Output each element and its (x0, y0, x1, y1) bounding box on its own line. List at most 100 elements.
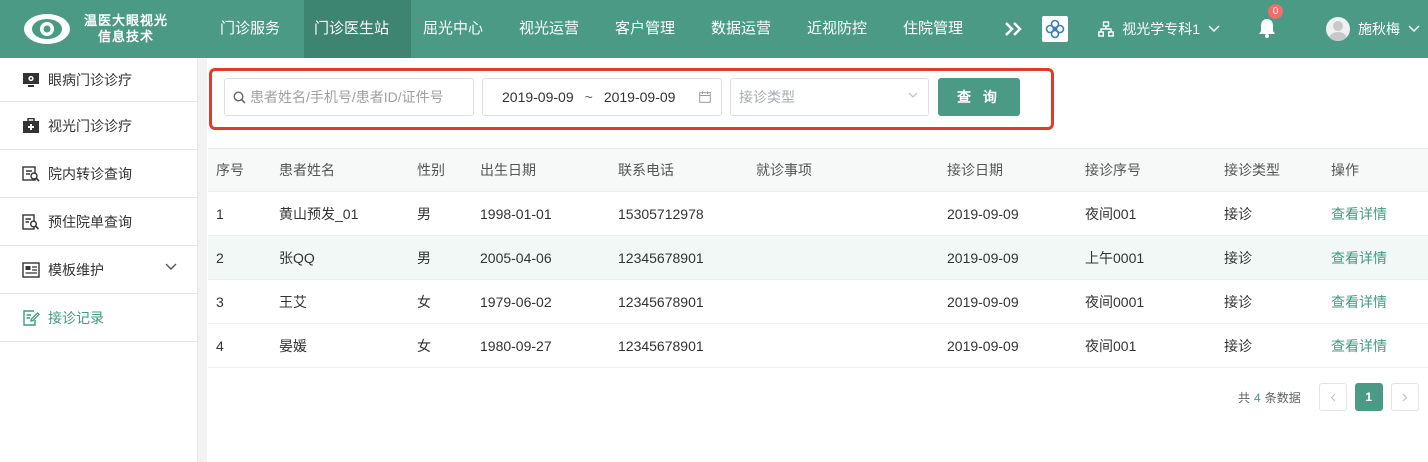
cell-birth-date: 1998-01-01 (480, 205, 552, 222)
template-icon (22, 261, 40, 279)
nav-item-inpatient-mgmt[interactable]: 住院管理 (891, 0, 987, 58)
chevron-down-icon (1408, 25, 1420, 33)
cell-gender: 女 (417, 293, 431, 310)
nav-item-customer-mgmt[interactable]: 客户管理 (603, 0, 699, 58)
next-page-button[interactable] (1390, 383, 1419, 411)
avatar (1326, 17, 1350, 41)
chevron-right-icon (1402, 393, 1408, 401)
nav-item-refraction-center[interactable]: 屈光中心 (411, 0, 507, 58)
department-selector[interactable]: 视光学专科1 (1098, 19, 1220, 39)
reception-records-table: 序号 患者姓名 性别 出生日期 联系电话 就诊事项 接诊日期 接诊序号 接诊类型… (208, 148, 1428, 368)
cell-reception-type: 接诊 (1224, 293, 1252, 310)
notification-badge: 0 (1268, 3, 1283, 19)
page-number-button[interactable]: 1 (1354, 383, 1383, 411)
cell-reception-number: 夜间0001 (1085, 293, 1145, 310)
sidebar-item-label: 模板维护 (48, 261, 104, 278)
column-header: 接诊序号 (1085, 162, 1141, 178)
cell-birth-date: 1979-06-02 (480, 293, 552, 310)
cell-patient-name: 王艾 (279, 293, 307, 310)
pagination: 共 4 条数据 1 (1238, 383, 1419, 411)
cell-reception-date: 2019-09-09 (947, 337, 1019, 354)
cell-reception-type: 接诊 (1224, 249, 1252, 266)
header-right: 视光学专科1 0 施秋梅 (1042, 0, 1428, 58)
nav-item-optometry-ops[interactable]: 视光运营 (507, 0, 603, 58)
nav-item-outpatient-service[interactable]: 门诊服务 (208, 0, 304, 58)
cell-birth-date: 2005-04-06 (480, 249, 552, 266)
column-header: 性别 (417, 162, 445, 178)
cell-reception-number: 夜间001 (1085, 337, 1137, 354)
total-number: 4 (1254, 390, 1261, 405)
sidebar-item-label: 院内转诊查询 (48, 165, 132, 182)
column-header: 出生日期 (480, 162, 536, 178)
cell-gender: 男 (417, 249, 431, 266)
hospital-emblem-icon[interactable] (1042, 16, 1069, 42)
cell-phone: 12345678901 (618, 293, 704, 310)
total-count: 共 4 条数据 (1238, 389, 1301, 406)
table-row: 1 黄山预发_01 男 1998-01-01 15305712978 2019-… (208, 192, 1428, 236)
sidebar-item-template-maintenance[interactable]: 模板维护 (0, 246, 197, 294)
cell-birth-date: 1980-09-27 (480, 337, 552, 354)
chevron-down-icon (1208, 25, 1220, 33)
table-header: 序号 患者姓名 性别 出生日期 联系电话 就诊事项 接诊日期 接诊序号 接诊类型… (208, 149, 1428, 192)
table-row: 3 王艾 女 1979-06-02 12345678901 2019-09-09… (208, 280, 1428, 324)
edit-record-icon (22, 309, 40, 327)
cell-index: 4 (216, 337, 224, 354)
sidebar-item-optometry-clinic[interactable]: 视光门诊诊疗 (0, 102, 197, 150)
total-suffix: 条数据 (1264, 390, 1301, 405)
chevron-down-icon (165, 263, 177, 270)
highlight-box (209, 68, 1054, 130)
column-header: 操作 (1331, 162, 1359, 178)
eye-logo-icon (22, 10, 72, 48)
nav-item-data-ops[interactable]: 数据运营 (699, 0, 795, 58)
sidebar-item-pre-admission-query[interactable]: 预住院单查询 (0, 198, 197, 246)
cell-reception-type: 接诊 (1224, 337, 1252, 354)
cell-reception-number: 上午0001 (1085, 249, 1145, 266)
sidebar-item-label: 预住院单查询 (48, 213, 132, 230)
table-row: 4 晏媛 女 1980-09-27 12345678901 2019-09-09… (208, 324, 1428, 368)
sidebar-item-referral-query[interactable]: 院内转诊查询 (0, 150, 197, 198)
top-nav-bar: 温医大眼视光 信息技术 门诊服务 门诊医生站 屈光中心 视光运营 客户管理 数据… (0, 0, 1428, 58)
cell-reception-date: 2019-09-09 (947, 205, 1019, 222)
transfer-search-icon (22, 165, 40, 183)
column-header: 接诊类型 (1224, 162, 1280, 178)
sidebar-item-eye-disease-clinic[interactable]: 眼病门诊诊疗 (0, 58, 197, 102)
brand-logo[interactable]: 温医大眼视光 信息技术 (0, 0, 208, 58)
brand-name: 温医大眼视光 信息技术 (84, 13, 168, 45)
content-gutter (198, 58, 207, 462)
bell-icon (1259, 18, 1275, 38)
view-details-link[interactable]: 查看详情 (1331, 192, 1387, 235)
cell-phone: 12345678901 (618, 249, 704, 266)
cell-patient-name: 晏媛 (279, 337, 307, 354)
brand-name-line2: 信息技术 (98, 29, 155, 44)
cell-reception-date: 2019-09-09 (947, 249, 1019, 266)
nav-more-button[interactable] (987, 0, 1039, 58)
table-row: 2 张QQ 男 2005-04-06 12345678901 2019-09-0… (208, 236, 1428, 280)
nav-item-outpatient-doctor[interactable]: 门诊医生站 (304, 0, 412, 58)
cell-reception-type: 接诊 (1224, 205, 1252, 222)
column-header: 患者姓名 (279, 162, 335, 178)
view-details-link[interactable]: 查看详情 (1331, 324, 1387, 367)
monitor-icon (22, 71, 40, 89)
cell-reception-number: 夜间001 (1085, 205, 1137, 222)
total-prefix: 共 (1238, 390, 1251, 405)
view-details-link[interactable]: 查看详情 (1331, 280, 1387, 323)
sidebar-item-label: 视光门诊诊疗 (48, 117, 132, 134)
department-name: 视光学专科1 (1122, 21, 1200, 37)
brand-name-line1: 温医大眼视光 (84, 13, 169, 28)
view-details-link[interactable]: 查看详情 (1331, 236, 1387, 279)
chevron-left-icon (1330, 393, 1336, 401)
sidebar-item-label: 接诊记录 (48, 309, 104, 326)
prev-page-button[interactable] (1318, 383, 1347, 411)
document-search-icon (22, 213, 40, 231)
sidebar: 眼病门诊诊疗 视光门诊诊疗 院内转诊查询 预住院单查询 模板维护 接诊记录 (0, 58, 198, 462)
sidebar-item-reception-records[interactable]: 接诊记录 (0, 294, 197, 342)
main-nav: 门诊服务 门诊医生站 屈光中心 视光运营 客户管理 数据运营 近视防控 住院管理 (208, 0, 1039, 58)
column-header: 联系电话 (618, 162, 674, 178)
user-menu[interactable]: 施秋梅 (1326, 17, 1420, 41)
notification-button[interactable]: 0 (1258, 3, 1283, 41)
cell-index: 2 (216, 249, 224, 266)
double-chevron-right-icon (1005, 22, 1022, 36)
cell-index: 1 (216, 205, 224, 222)
column-header: 接诊日期 (947, 162, 1003, 178)
nav-item-myopia-control[interactable]: 近视防控 (795, 0, 891, 58)
